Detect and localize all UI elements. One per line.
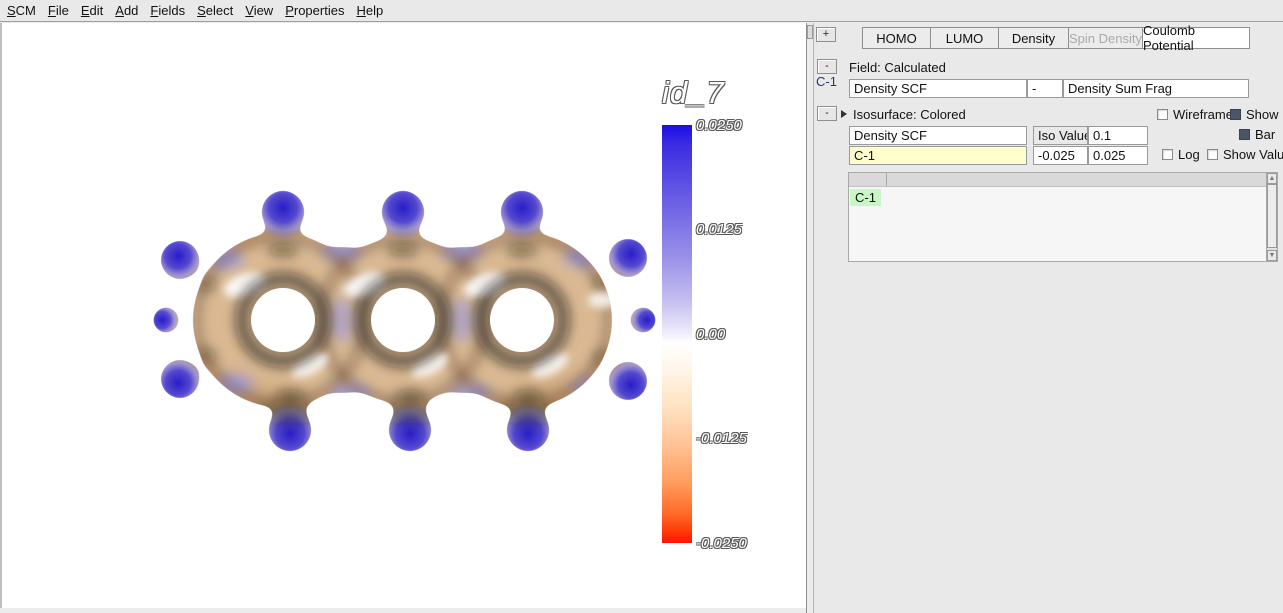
menu-view[interactable]: View — [245, 3, 273, 18]
fields-control-panel: + HOMO LUMO Density Spin Density Coulomb… — [807, 23, 1283, 613]
colorbar-tick-max: 0.0250 — [696, 117, 786, 134]
menu-help[interactable]: Help — [356, 3, 383, 18]
bar-checkbox-label: Bar — [1255, 127, 1275, 142]
colorbar-title: id_7 — [662, 75, 725, 111]
iso-value-label: Iso Value — [1033, 126, 1088, 145]
color-expression-input[interactable]: C-1 — [849, 146, 1027, 165]
colorbar-tick-zero: 0.00 — [696, 326, 786, 343]
menu-file[interactable]: File — [48, 3, 69, 18]
scroll-down-icon[interactable]: ▼ — [1267, 250, 1277, 261]
iso-value-input[interactable]: 0.1 — [1088, 126, 1148, 145]
colorbar-tick-low: -0.0125 — [696, 430, 786, 447]
colorbar-tick-high: 0.0125 — [696, 221, 786, 238]
field-item-id-label: C-1 — [816, 74, 837, 89]
tab-homo[interactable]: HOMO — [862, 27, 930, 49]
log-checkbox[interactable]: Log — [1162, 147, 1200, 162]
table-scrollbar[interactable]: ▲ ▼ — [1266, 173, 1277, 261]
range-min-input[interactable]: -0.025 — [1033, 146, 1088, 165]
panel-scrollbar[interactable] — [807, 23, 814, 613]
field-operator-select[interactable]: - — [1027, 79, 1063, 98]
field-a-select[interactable]: Density SCF — [849, 79, 1027, 98]
tab-lumo[interactable]: LUMO — [930, 27, 998, 49]
menu-properties[interactable]: Properties — [285, 3, 344, 18]
show-value-checkbox-label: Show Value — [1223, 147, 1283, 162]
menu-scm[interactable]: SCM — [7, 3, 36, 18]
table-scrollbar-thumb[interactable] — [1267, 184, 1277, 248]
table-row-label[interactable]: C-1 — [850, 189, 881, 206]
collapse-field-section-button[interactable]: - — [817, 59, 837, 74]
menu-select[interactable]: Select — [197, 3, 233, 18]
field-selection-table[interactable]: C-1 ▲ ▼ — [848, 172, 1278, 262]
colorbar-tick-min: -0.0250 — [696, 535, 786, 552]
menu-add[interactable]: Add — [115, 3, 138, 18]
expander-arrow-icon[interactable] — [841, 110, 847, 118]
menu-edit[interactable]: Edit — [81, 3, 103, 18]
table-row[interactable]: C-1 — [850, 189, 881, 205]
molecule-isosurface — [150, 162, 660, 472]
isosurface-section-title: Isosurface: Colored — [853, 107, 966, 122]
show-value-checkbox[interactable]: Show Value — [1207, 147, 1283, 162]
table-header-col1 — [849, 173, 887, 187]
menu-fields[interactable]: Fields — [150, 3, 185, 18]
field-section-title: Field: Calculated — [849, 60, 946, 75]
molecule-viewport[interactable]: id_7 0.0250 0.0125 0.00 -0.0125 -0.0250 — [0, 23, 806, 608]
tab-coulomb-potential[interactable]: Coulomb Potential — [1142, 27, 1250, 49]
wireframe-checkbox[interactable]: Wireframe — [1157, 107, 1233, 122]
show-checkbox[interactable]: Show — [1230, 107, 1279, 122]
panel-scrollbar-thumb[interactable] — [807, 25, 813, 39]
bar-checkbox-box[interactable] — [1239, 129, 1250, 140]
collapse-isosurface-section-button[interactable]: - — [817, 106, 837, 121]
show-checkbox-box[interactable] — [1230, 109, 1241, 120]
show-checkbox-label: Show — [1246, 107, 1279, 122]
log-checkbox-box[interactable] — [1162, 149, 1173, 160]
show-value-checkbox-box[interactable] — [1207, 149, 1218, 160]
scroll-up-icon[interactable]: ▲ — [1267, 173, 1277, 184]
wireframe-checkbox-label: Wireframe — [1173, 107, 1233, 122]
field-b-select[interactable]: Density Sum Frag — [1063, 79, 1249, 98]
colorbar-gradient — [662, 125, 692, 543]
table-header-col2 — [887, 173, 1266, 187]
field-type-tabs: HOMO LUMO Density Spin Density Coulomb P… — [862, 27, 1250, 49]
bar-checkbox[interactable]: Bar — [1239, 127, 1275, 142]
menu-bar: SCM File Edit Add Fields Select View Pro… — [0, 0, 1283, 22]
range-max-input[interactable]: 0.025 — [1088, 146, 1148, 165]
log-checkbox-label: Log — [1178, 147, 1200, 162]
wireframe-checkbox-box[interactable] — [1157, 109, 1168, 120]
tab-spin-density: Spin Density — [1068, 27, 1142, 49]
isosurface-field-select[interactable]: Density SCF — [849, 126, 1027, 145]
add-field-button[interactable]: + — [816, 27, 836, 42]
tab-density[interactable]: Density — [998, 27, 1068, 49]
